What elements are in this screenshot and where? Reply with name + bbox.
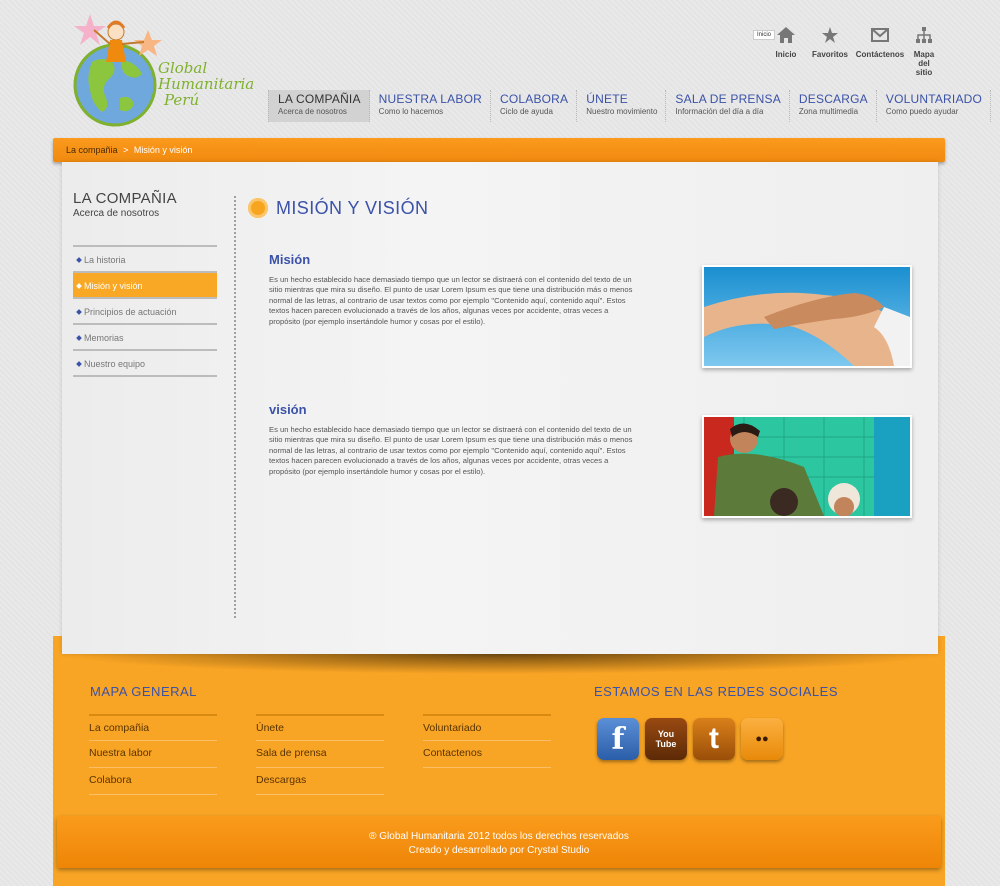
nav-unete[interactable]: ÚNETE Nuestro movimiento	[577, 90, 667, 122]
sitemap-icon	[913, 24, 935, 46]
nav-colabora[interactable]: COLABORA Ciclo de ayuda	[491, 90, 578, 122]
vertical-divider	[234, 196, 236, 618]
mision-section: Misión Es un hecho establecido hace dema…	[269, 252, 634, 327]
nav-la-compania[interactable]: LA COMPAÑIA Acerca de nosotros	[268, 90, 370, 122]
nav-subtitle: Como puedo ayudar	[885, 107, 959, 116]
vision-photo	[702, 415, 912, 518]
main-content-card: LA COMPAÑIA Acerca de nosotros La histor…	[62, 162, 938, 654]
sidebar-subtitle: Acerca de nosotros	[73, 208, 160, 219]
footer-col-1: La compañia Nuestra labor Colabora	[89, 714, 217, 795]
favorites-label: Favoritos	[811, 50, 848, 59]
footer-social-title: ESTAMOS EN LAS REDES SOCIALES	[594, 684, 838, 699]
twitter-icon[interactable]: t	[693, 718, 735, 760]
footer-link-la-compania[interactable]: La compañia	[89, 714, 217, 741]
social-icons: f You Tube t ●●	[597, 718, 783, 760]
home-link[interactable]: Inicio	[772, 24, 800, 59]
copyright-bar: ® Global Humanitaria 2012 todos los dere…	[57, 816, 941, 868]
nav-title: DESCARGA	[798, 92, 868, 106]
footer-col-3: Voluntariado Contactenos	[423, 714, 551, 768]
nav-subtitle: Zona multimedia	[798, 107, 859, 116]
sidebar-header: LA COMPAÑIA Acerca de nosotros	[73, 190, 177, 219]
sitemap-link[interactable]: Mapa del sitio	[908, 24, 940, 77]
page-title: MISIÓN Y VISIÓN	[276, 198, 429, 218]
sidebar-title: LA COMPAÑIA	[73, 190, 177, 207]
footer-map-title: MAPA GENERAL	[90, 684, 197, 699]
footer-link-colabora[interactable]: Colabora	[89, 768, 217, 795]
vision-section: visión Es un hecho establecido hace dema…	[269, 402, 634, 477]
footer-col-2: Únete Sala de prensa Descargas	[256, 714, 384, 795]
logo-line-3: Perú	[164, 91, 200, 109]
nav-nuestra-labor[interactable]: NUESTRA LABOR Como lo hacemos	[370, 90, 491, 122]
card-shadow	[62, 654, 938, 674]
nav-title: COLABORA	[499, 92, 569, 106]
youtube-icon[interactable]: You Tube	[645, 718, 687, 760]
mision-body: Es un hecho establecido hace demasiado t…	[269, 275, 633, 326]
favorites-link[interactable]: Favoritos	[810, 24, 850, 59]
home-label: Inicio	[775, 50, 797, 59]
credits-text: Creado y desarrollado por Crystal Studio	[408, 845, 590, 856]
footer-link-sala-de-prensa[interactable]: Sala de prensa	[256, 741, 384, 768]
logo-line-1: Global	[158, 59, 208, 77]
footer-link-unete[interactable]: Únete	[256, 714, 384, 741]
contact-link[interactable]: Contáctenos	[855, 24, 905, 59]
breadcrumb-parent-link[interactable]: La compañia	[66, 145, 118, 155]
sidebar-item-la-historia[interactable]: La historia	[73, 247, 217, 273]
mision-heading: Misión	[269, 252, 311, 267]
vision-heading: visión	[269, 402, 307, 417]
nav-subtitle: Ciclo de ayuda	[499, 107, 553, 116]
nav-subtitle: Como lo hacemos	[378, 107, 444, 116]
breadcrumb-current: Misión y visión	[133, 145, 193, 155]
mision-photo	[702, 265, 912, 368]
logo-text: Global Humanitaria Perú	[158, 60, 254, 108]
nav-title: SALA DE PRENSA	[675, 92, 781, 106]
footer-link-contactenos[interactable]: Contactenos	[423, 741, 551, 768]
children-image-icon	[704, 417, 910, 516]
sidebar-item-principios[interactable]: Principios de actuación	[73, 299, 217, 325]
breadcrumb: La compañia > Misión y visión	[53, 138, 945, 162]
nav-sala-de-prensa[interactable]: SALA DE PRENSA Información del día a día	[666, 90, 790, 122]
breadcrumb-separator: >	[123, 145, 129, 155]
nav-title: ÚNETE	[586, 92, 628, 106]
section-bullet-icon	[248, 198, 268, 218]
star-icon	[819, 24, 841, 46]
facebook-icon[interactable]: f	[597, 718, 639, 760]
main-nav: LA COMPAÑIA Acerca de nosotros NUESTRA L…	[268, 90, 992, 122]
nav-subtitle: Nuestro movimiento	[586, 107, 658, 116]
sidebar-item-nuestro-equipo[interactable]: Nuestro equipo	[73, 351, 217, 377]
nav-subtitle: Información del día a día	[675, 107, 764, 116]
footer-link-nuestra-labor[interactable]: Nuestra labor	[89, 741, 217, 768]
contact-label: Contáctenos	[855, 50, 905, 59]
sidebar-item-memorias[interactable]: Memorias	[73, 325, 217, 351]
mail-icon	[869, 24, 891, 46]
nav-descarga[interactable]: DESCARGA Zona multimedia	[790, 90, 877, 122]
vision-body: Es un hecho establecido hace demasiado t…	[269, 425, 633, 476]
nav-title: LA COMPAÑIA	[278, 92, 361, 106]
footer-link-voluntariado[interactable]: Voluntariado	[423, 714, 551, 741]
nav-subtitle: Acerca de nosotros	[278, 107, 347, 116]
nav-title: NUESTRA LABOR	[378, 92, 482, 106]
sidebar-menu: La historia Misión y visión Principios d…	[73, 245, 217, 377]
site-logo[interactable]: Global Humanitaria Perú	[70, 10, 265, 130]
logo-line-2: Humanitaria	[158, 75, 255, 93]
nav-voluntariado[interactable]: VOLUNTARIADO Como puedo ayudar	[877, 90, 992, 122]
sitemap-label: Mapa del sitio	[913, 50, 935, 77]
sidebar-item-mision-vision[interactable]: Misión y visión	[73, 273, 217, 299]
copyright-text: ® Global Humanitaria 2012 todos los dere…	[369, 831, 629, 842]
flickr-icon[interactable]: ●●	[741, 718, 783, 760]
home-icon	[775, 24, 797, 46]
nav-title: VOLUNTARIADO	[885, 92, 983, 106]
footer-link-descargas[interactable]: Descargas	[256, 768, 384, 795]
hands-image-icon	[704, 267, 910, 366]
